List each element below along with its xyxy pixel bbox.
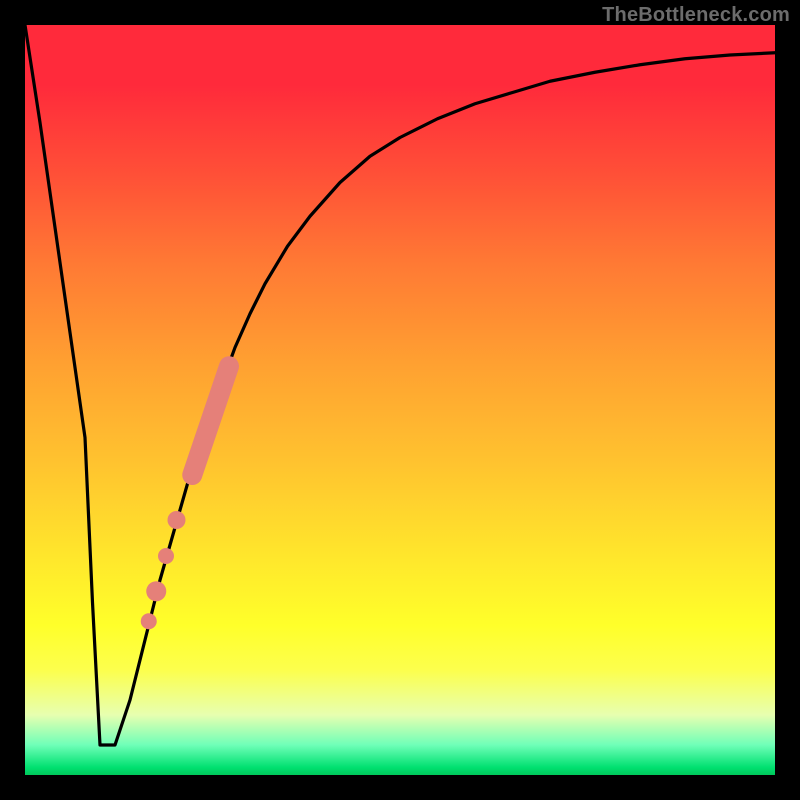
watermark-text: TheBottleneck.com	[602, 4, 790, 27]
plot-area	[25, 25, 775, 775]
curve-group	[25, 25, 775, 745]
highlight-dot	[168, 511, 186, 529]
highlight-segment	[192, 366, 229, 475]
bottleneck-curve	[25, 25, 775, 745]
highlight-dot	[146, 581, 166, 601]
chart-frame: TheBottleneck.com	[0, 0, 800, 800]
highlight-dot	[141, 613, 157, 629]
chart-overlay	[25, 25, 775, 775]
highlight-dot	[158, 548, 174, 564]
